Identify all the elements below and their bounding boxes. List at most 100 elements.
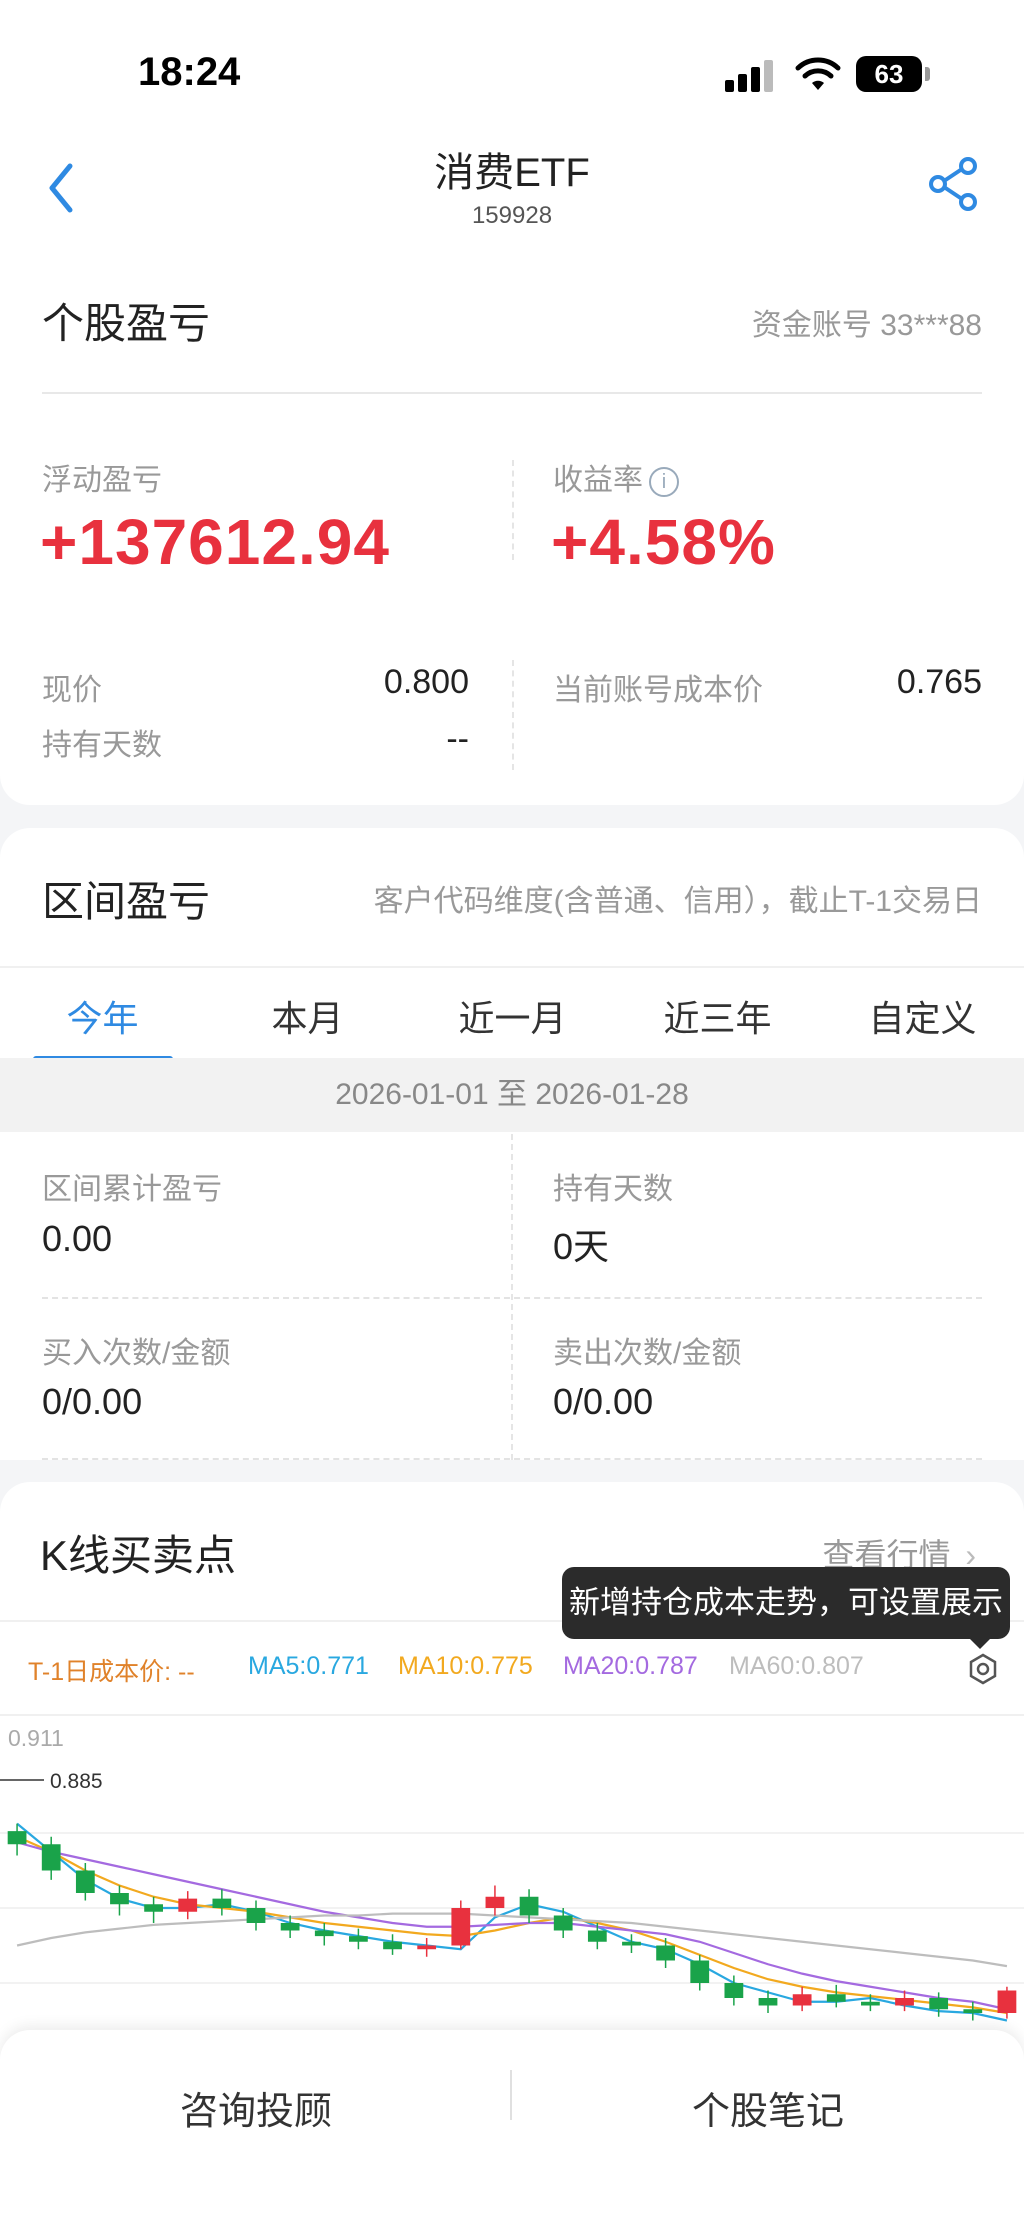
candle-body: [963, 2009, 983, 2013]
float-pl-value: +137612.94: [40, 506, 390, 578]
candle-body: [861, 2001, 880, 2006]
candle-body: [826, 1994, 846, 2002]
sell-label: 卖出次数/金额: [553, 1337, 742, 1370]
candle-body: [895, 1998, 914, 2006]
legend-ma10: MA10:0.775: [398, 1652, 533, 1680]
candle-body: [75, 1870, 95, 1893]
candle: [963, 2001, 983, 2021]
candle-body: [758, 1998, 778, 2006]
date-range: 2026-01-01 至 2026-01-28: [0, 1058, 1024, 1132]
candle: [826, 1984, 846, 2008]
ma-lines: [16, 1822, 1008, 2022]
price-label: 现价: [42, 674, 102, 707]
tooltip-arrow: [968, 1637, 992, 1649]
candle-body: [690, 1960, 710, 1983]
candle-body: [212, 1898, 232, 1908]
candle: [144, 1896, 163, 1923]
info-icon[interactable]: i: [649, 467, 679, 498]
candle-body: [587, 1930, 607, 1942]
candle: [383, 1934, 402, 1955]
candle: [246, 1900, 266, 1931]
tab-last-month[interactable]: 近一月: [410, 990, 615, 1042]
candle: [314, 1923, 334, 1946]
cum-pl-value: 0.00: [42, 1218, 113, 1259]
signal-icon: [725, 60, 777, 92]
candle: [349, 1928, 368, 1950]
tab-this-year[interactable]: 今年: [0, 990, 205, 1042]
candle: [997, 1986, 1017, 2019]
candle-body: [246, 1908, 266, 1923]
return-label-text: 收益率: [553, 464, 643, 497]
hold-days-value: 0天: [553, 1226, 610, 1267]
cost-label: 当前账号成本价: [553, 674, 763, 707]
hold-days-label: 持有天数: [553, 1173, 673, 1206]
candle: [553, 1908, 573, 1938]
candle-body: [41, 1844, 61, 1871]
cost-value: 0.765: [896, 663, 982, 701]
ma-line-ma5: [16, 1822, 1008, 2022]
status-bar: 18:24 63: [0, 0, 1024, 140]
holding-card: 个股盈亏 资金账号 33***88 浮动盈亏 +137612.94 收益率 i +…: [0, 270, 1024, 805]
candle-body: [656, 1945, 675, 1961]
stock-notes-button[interactable]: 个股笔记: [512, 2080, 1024, 2135]
candle: [622, 1934, 641, 1953]
sell-value: 0/0.00: [553, 1381, 654, 1422]
tab-last-three-years[interactable]: 近三年: [615, 990, 820, 1042]
candle: [110, 1885, 129, 1916]
return-value: +4.58%: [551, 506, 776, 578]
candle: [417, 1938, 437, 1957]
page: 18:24 63 消费ETF 159928 个股盈亏 资金账号 33***88: [0, 0, 1024, 2225]
candle: [75, 1863, 95, 1901]
candle-body: [349, 1936, 368, 1942]
buy-value: 0/0.00: [42, 1381, 143, 1422]
cum-pl-label: 区间累计盈亏: [42, 1173, 222, 1206]
divider: [512, 660, 514, 770]
max-price-label: 0.911: [8, 1725, 64, 1751]
tooltip: 新增持仓成本走势，可设置展示: [562, 1567, 1010, 1639]
share-icon[interactable]: [924, 154, 984, 214]
tab-this-month[interactable]: 本月: [205, 990, 410, 1042]
battery-icon: 63: [856, 56, 922, 92]
candles: [7, 1823, 1017, 2021]
days-label: 持有天数: [42, 729, 162, 762]
candle: [485, 1885, 505, 1916]
nav-bar: 消费ETF 159928: [0, 140, 1024, 280]
float-pl-label: 浮动盈亏: [42, 464, 162, 497]
candle: [212, 1889, 232, 1916]
legend-ma20: MA20:0.787: [563, 1652, 698, 1680]
account-number: 资金账号 33***88: [751, 309, 982, 342]
candle: [41, 1836, 61, 1880]
tab-custom[interactable]: 自定义: [820, 990, 1024, 1042]
stock-code: 159928: [471, 202, 553, 229]
legend-cost: T-1日成本价: --: [28, 1658, 195, 1686]
candle-body: [144, 1904, 163, 1912]
candle-body: [451, 1908, 471, 1946]
holding-title: 个股盈亏: [42, 300, 211, 347]
candle-body: [314, 1930, 334, 1937]
consult-advisor-button[interactable]: 咨询投顾: [0, 2080, 512, 2135]
legend-ma5: MA5:0.771: [248, 1652, 369, 1680]
candle-body: [929, 1998, 949, 2010]
candle-body: [178, 1898, 198, 1912]
candle-body: [997, 1990, 1017, 2013]
candle-body: [383, 1941, 402, 1950]
page-title: 消费ETF: [434, 151, 590, 195]
candle-body: [485, 1896, 505, 1908]
candle: [792, 1986, 812, 2012]
kline-title: K线买卖点: [40, 1532, 237, 1579]
wifi-icon: [795, 57, 841, 90]
divider: [42, 1458, 982, 1460]
divider: [512, 460, 514, 560]
days-value: --: [446, 720, 469, 758]
settings-icon[interactable]: [966, 1652, 1000, 1686]
kline-chart[interactable]: 0.911 0.885: [0, 1718, 1024, 2068]
candle-body: [622, 1941, 641, 1946]
price-value: 0.800: [383, 663, 469, 701]
candle-body: [724, 1983, 744, 1998]
candle-body: [7, 1831, 27, 1845]
candle-body: [417, 1945, 437, 1950]
candle-body: [792, 1994, 812, 2006]
buy-label: 买入次数/金额: [42, 1337, 231, 1370]
candle-body: [110, 1893, 129, 1905]
battery-tip: [925, 67, 930, 81]
